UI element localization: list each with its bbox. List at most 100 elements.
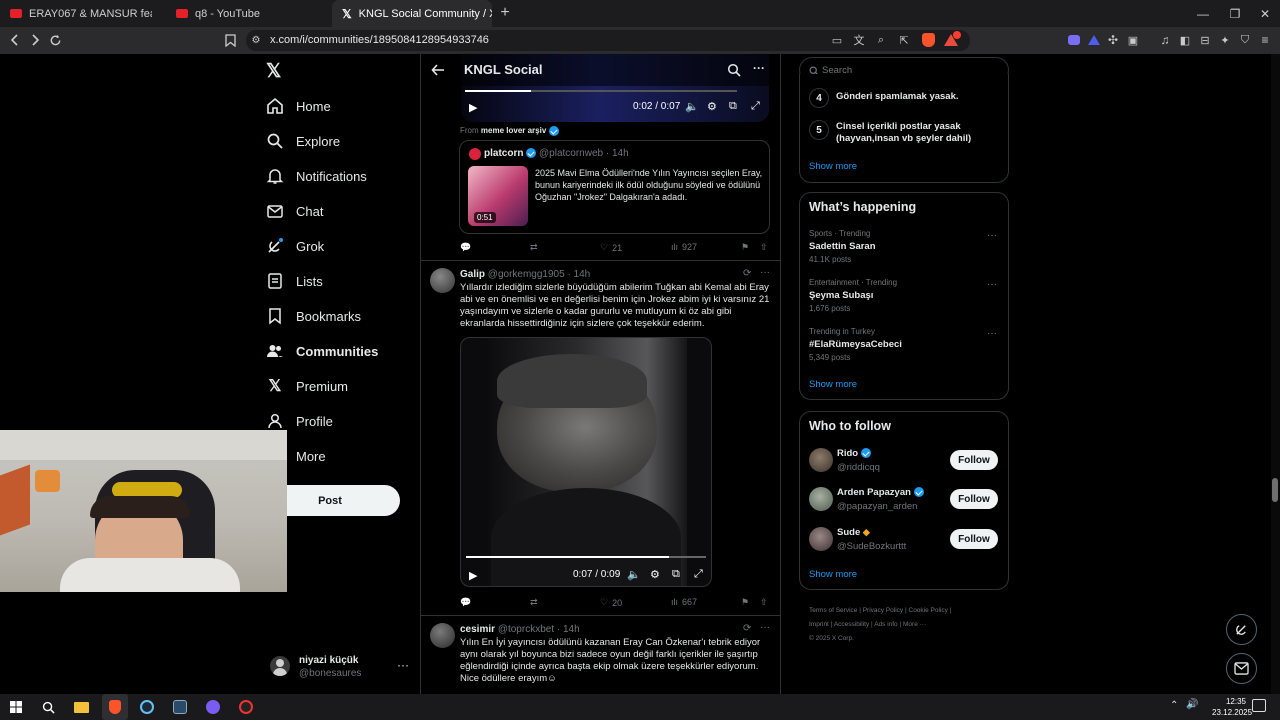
- volume-icon[interactable]: 🔈: [627, 568, 641, 581]
- fullscreen-icon[interactable]: ⤢: [694, 568, 703, 581]
- show-more-link[interactable]: Show more: [809, 569, 857, 580]
- share-icon[interactable]: ⇱: [897, 33, 911, 47]
- speaker-icon[interactable]: 🔊: [1186, 699, 1198, 710]
- grok-explain-icon[interactable]: ⟳: [743, 268, 751, 279]
- like-button[interactable]: ♡ 20: [600, 597, 622, 608]
- sidebar-item-grok[interactable]: Grok: [266, 231, 324, 261]
- video-player[interactable]: [460, 337, 712, 587]
- play-icon[interactable]: ▶: [469, 101, 477, 114]
- media-icon[interactable]: ♫: [1158, 33, 1172, 47]
- steam-icon[interactable]: [134, 694, 160, 720]
- app-icon[interactable]: [233, 694, 259, 720]
- post-more-icon[interactable]: ···: [760, 622, 770, 633]
- footer-link[interactable]: Privacy Policy: [863, 607, 903, 614]
- reply-button[interactable]: 💬: [460, 242, 471, 253]
- post-more-icon[interactable]: ···: [760, 267, 770, 278]
- avatar[interactable]: [809, 527, 833, 551]
- like-button[interactable]: ♡ 21: [600, 242, 622, 253]
- back-icon[interactable]: [6, 31, 24, 49]
- trend-name[interactable]: #ElaRümeysaCebeci: [809, 339, 902, 350]
- trend-name[interactable]: Şeyma Subaşı: [809, 290, 873, 301]
- restore-icon[interactable]: ❐: [1218, 0, 1252, 27]
- follow-button[interactable]: Follow: [950, 529, 998, 549]
- sidebar-item-home[interactable]: Home: [266, 91, 331, 121]
- browser-tab[interactable]: ERAY067 & MANSUR feat. ORGANIZE: [0, 0, 162, 27]
- wallet-icon[interactable]: ⊟: [1198, 33, 1212, 47]
- close-window-icon[interactable]: ✕: [1248, 0, 1280, 27]
- follow-name[interactable]: Sude: [837, 527, 860, 538]
- x-logo-icon[interactable]: 𝕏: [266, 62, 286, 82]
- avatar[interactable]: [430, 268, 455, 293]
- translate-icon[interactable]: 文: [852, 33, 866, 47]
- volume-icon[interactable]: 🔈: [685, 100, 699, 113]
- repost-button[interactable]: ⇄: [530, 242, 538, 253]
- scrollbar[interactable]: [1271, 54, 1280, 694]
- back-arrow-icon[interactable]: [431, 63, 445, 77]
- forward-icon[interactable]: [26, 31, 44, 49]
- trend-more-icon[interactable]: ···: [987, 328, 997, 339]
- settings-icon[interactable]: ⚙: [650, 568, 660, 581]
- sidebar-item-lists[interactable]: Lists: [266, 266, 323, 296]
- views-button[interactable]: ılı 927: [671, 242, 697, 252]
- follow-button[interactable]: Follow: [950, 450, 998, 470]
- share-button[interactable]: ⇧: [760, 242, 768, 253]
- minimize-icon[interactable]: —: [1186, 0, 1220, 27]
- grok-explain-icon[interactable]: ⟳: [743, 623, 751, 634]
- trend-name[interactable]: Sadettin Saran: [809, 241, 876, 252]
- obs-icon[interactable]: [200, 694, 226, 720]
- settings-icon[interactable]: ⚙: [707, 100, 717, 113]
- app-icon[interactable]: [167, 694, 193, 720]
- site-info-icon[interactable]: ⚙: [250, 33, 262, 47]
- sidebar-item-bookmarks[interactable]: Bookmarks: [266, 301, 361, 331]
- play-icon[interactable]: ▶: [469, 569, 477, 582]
- footer-link[interactable]: Terms of Service: [809, 607, 857, 614]
- extensions-puzzle-icon[interactable]: ✣: [1106, 33, 1120, 47]
- chevron-up-icon[interactable]: ⌃: [1170, 700, 1178, 711]
- more-icon[interactable]: ···: [753, 61, 765, 75]
- browser-tab[interactable]: q8 - YouTube: [166, 0, 326, 27]
- views-button[interactable]: ılı 667: [671, 597, 697, 607]
- sidebar-item-explore[interactable]: Explore: [266, 126, 340, 156]
- show-more-link[interactable]: Show more: [809, 379, 857, 390]
- footer-link[interactable]: Ads info: [874, 621, 898, 628]
- footer-link[interactable]: Cookie Policy: [909, 607, 948, 614]
- sidebar-item-premium[interactable]: 𝕏 Premium: [266, 371, 348, 401]
- bookmark-page-icon[interactable]: [222, 31, 238, 49]
- fullscreen-icon[interactable]: ⤢: [751, 100, 760, 113]
- avatar[interactable]: [270, 656, 290, 676]
- bookmark-button[interactable]: ⚑: [741, 242, 749, 253]
- author-name[interactable]: Galip: [460, 269, 485, 280]
- start-icon[interactable]: [3, 694, 29, 720]
- pip-icon[interactable]: ⧉: [729, 100, 737, 113]
- clock[interactable]: 12:35 23.12.2025: [1212, 696, 1252, 718]
- search-icon[interactable]: [35, 694, 61, 720]
- cast-icon[interactable]: ▭: [830, 33, 844, 47]
- new-tab-icon[interactable]: +: [496, 4, 514, 22]
- footer-link[interactable]: Imprint: [809, 621, 829, 628]
- share-button[interactable]: ⇧: [760, 597, 768, 608]
- zoom-icon[interactable]: ⌕: [874, 33, 888, 47]
- reload-icon[interactable]: [46, 31, 64, 49]
- avatar[interactable]: [430, 623, 455, 648]
- avatar[interactable]: [809, 448, 833, 472]
- show-more-link[interactable]: Show more: [809, 161, 857, 172]
- footer-link[interactable]: More ···: [903, 621, 926, 628]
- sidebar-item-chat[interactable]: Chat: [266, 196, 323, 226]
- extension-icon[interactable]: [1068, 35, 1080, 45]
- brave-browser-icon[interactable]: [102, 694, 128, 720]
- pip-icon[interactable]: ⧉: [672, 568, 680, 581]
- avatar[interactable]: [809, 487, 833, 511]
- notification-center-icon[interactable]: [1252, 699, 1266, 712]
- from-account[interactable]: meme lover arşiv: [481, 126, 546, 135]
- messages-fab[interactable]: [1226, 653, 1257, 684]
- follow-name[interactable]: Rido: [837, 448, 858, 459]
- sidebar-toggle-icon[interactable]: ◧: [1178, 33, 1192, 47]
- grok-fab[interactable]: [1226, 614, 1257, 645]
- bookmark-button[interactable]: ⚑: [741, 597, 749, 608]
- repost-button[interactable]: ⇄: [530, 597, 538, 608]
- author-name[interactable]: cesimir: [460, 624, 495, 635]
- quoted-thumbnail[interactable]: 0:51: [468, 166, 528, 226]
- trend-more-icon[interactable]: ···: [987, 279, 997, 290]
- leo-ai-icon[interactable]: ✦: [1218, 33, 1232, 47]
- footer-link[interactable]: Accessibility: [834, 621, 869, 628]
